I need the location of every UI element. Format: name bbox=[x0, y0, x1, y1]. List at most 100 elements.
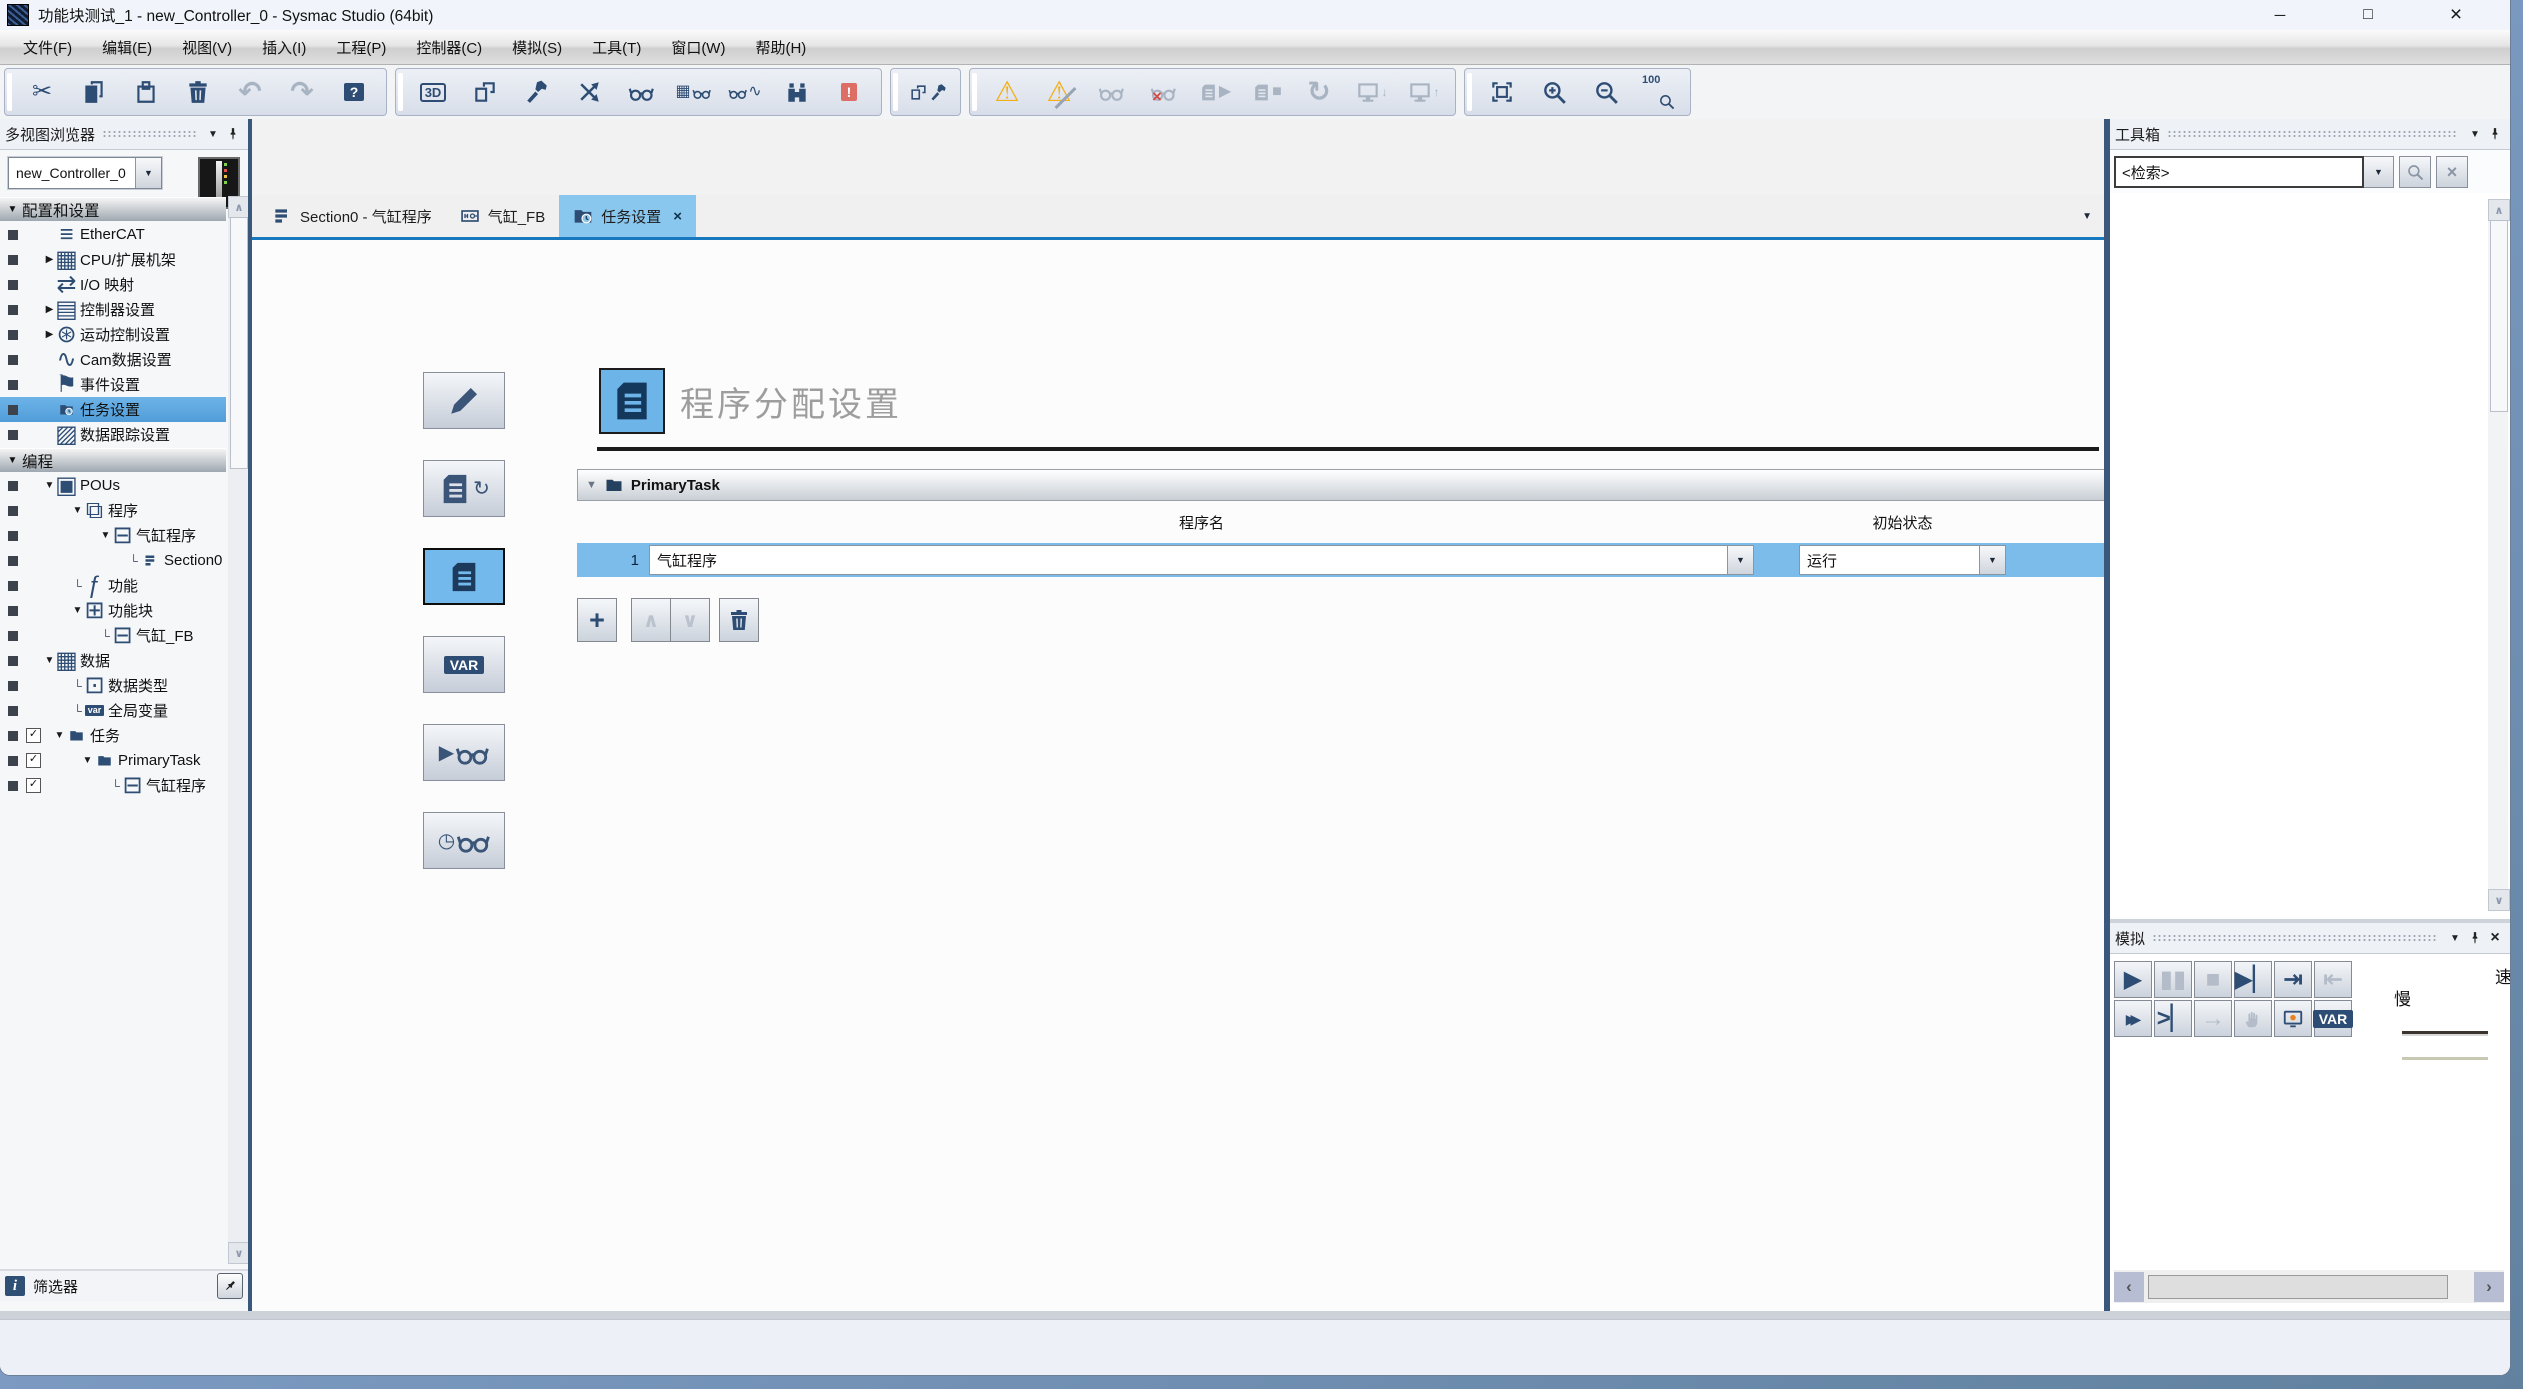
tree-item-数据[interactable]: ▼▦数据 bbox=[0, 648, 226, 673]
paste-button[interactable] bbox=[120, 71, 172, 113]
move-up-button[interactable]: ∧ bbox=[631, 598, 671, 642]
tree-item-全局变量[interactable]: └var全局变量 bbox=[0, 698, 226, 723]
edit-button[interactable] bbox=[423, 372, 505, 429]
tree-item-任务设置[interactable]: 任务设置 bbox=[0, 397, 226, 422]
collapse-arrow-icon[interactable]: ▼ bbox=[586, 479, 597, 491]
task-status-monitor-button[interactable]: ▶ bbox=[423, 724, 505, 781]
simulation-menu-dropdown-icon[interactable]: ▼ bbox=[2445, 927, 2465, 949]
tree-item-POUs[interactable]: ▼▣POUs bbox=[0, 473, 226, 498]
tree-item-气缸_FB[interactable]: └⊟气缸_FB bbox=[0, 623, 226, 648]
chevron-down-icon[interactable]: ▼ bbox=[1979, 546, 2005, 574]
sim-cycle-end-button[interactable]: ⇤ bbox=[2314, 961, 2352, 998]
rebuild-button[interactable] bbox=[563, 71, 615, 113]
monitor-button[interactable] bbox=[1085, 71, 1137, 113]
tree-section-配置和设置[interactable]: ▼配置和设置 bbox=[0, 197, 226, 221]
tab-任务设置[interactable]: 任务设置× bbox=[559, 195, 696, 237]
tree-item-程序[interactable]: ▼⧉程序 bbox=[0, 498, 226, 523]
menu-item-i[interactable]: 插入(I) bbox=[247, 30, 321, 64]
menu-item-p[interactable]: 工程(P) bbox=[321, 30, 401, 64]
tree-section-编程[interactable]: ▼编程 bbox=[0, 448, 226, 472]
tree-item-功能[interactable]: └ƒ功能 bbox=[0, 573, 226, 598]
go-offline-button[interactable]: ⚠ bbox=[1033, 71, 1085, 113]
scroll-thumb[interactable] bbox=[230, 217, 248, 469]
sim-step-button[interactable]: ▶▏ bbox=[2234, 961, 2272, 998]
sim-stop-button[interactable]: ■ bbox=[2194, 961, 2232, 998]
tree-checkbox[interactable]: ✓ bbox=[26, 728, 41, 743]
scroll-up-icon[interactable]: ∧ bbox=[2488, 199, 2510, 221]
tree-item-数据跟踪设置[interactable]: ▨数据跟踪设置 bbox=[0, 422, 226, 447]
zoom-in-button[interactable] bbox=[1528, 71, 1580, 113]
fit-zoom-button[interactable] bbox=[1476, 71, 1528, 113]
menu-item-s[interactable]: 模拟(S) bbox=[497, 30, 577, 64]
tree-checkbox[interactable]: ✓ bbox=[26, 753, 41, 768]
program-mode-button[interactable]: ■ bbox=[1241, 71, 1293, 113]
tree-item-I/O 映射[interactable]: ⇄I/O 映射 bbox=[0, 272, 226, 297]
troubleshoot-button[interactable]: ! bbox=[823, 71, 875, 113]
scroll-up-icon[interactable]: ∧ bbox=[228, 196, 250, 218]
sim-variables-button[interactable]: VAR bbox=[2314, 1000, 2352, 1037]
simulation-horizontal-scrollbar[interactable]: ‹ › bbox=[2114, 1270, 2504, 1303]
undo-button[interactable]: ↶ bbox=[224, 71, 276, 113]
tree-item-Cam数据设置[interactable]: ∿Cam数据设置 bbox=[0, 347, 226, 372]
scroll-right-icon[interactable]: › bbox=[2474, 1272, 2504, 1302]
tab-list-dropdown-icon[interactable]: ▼ bbox=[2082, 211, 2092, 222]
sim-step-cycle-button[interactable]: ⇥ bbox=[2274, 961, 2312, 998]
watch-window-button[interactable] bbox=[615, 71, 667, 113]
zoom-100-button[interactable]: 100 bbox=[1632, 71, 1684, 113]
zoom-out-button[interactable] bbox=[1580, 71, 1632, 113]
expand-arrow-icon[interactable]: ▼ bbox=[5, 455, 20, 466]
toolbox-search-input[interactable]: <检索> bbox=[2114, 156, 2364, 188]
transfer-to-controller-button[interactable]: ↓ bbox=[1345, 71, 1397, 113]
synchronize-button[interactable]: ↻ bbox=[1293, 71, 1345, 113]
tree-item-EtherCAT[interactable]: ≡EtherCAT bbox=[0, 222, 226, 247]
redo-button[interactable]: ↷ bbox=[276, 71, 328, 113]
close-button[interactable]: × bbox=[2412, 0, 2500, 30]
explorer-pin-icon[interactable] bbox=[223, 123, 243, 145]
speed-slider-track[interactable] bbox=[2402, 1031, 2488, 1034]
tree-item-控制器设置[interactable]: ▶▤控制器设置 bbox=[0, 297, 226, 322]
tree-item-数据类型[interactable]: └⊡数据类型 bbox=[0, 673, 226, 698]
menu-item-c[interactable]: 控制器(C) bbox=[401, 30, 497, 64]
sim-break-button[interactable] bbox=[2234, 1000, 2272, 1037]
chevron-down-icon[interactable]: ▼ bbox=[1727, 546, 1753, 574]
tab-Section0 - 气缸程序[interactable]: Section0 - 气缸程序 bbox=[258, 195, 446, 237]
search-button[interactable] bbox=[2399, 156, 2431, 188]
sim-fast-forward-button[interactable]: ▶▶ bbox=[2114, 1000, 2152, 1037]
scroll-thumb[interactable] bbox=[2148, 1275, 2448, 1299]
tree-item-事件设置[interactable]: ⚑事件设置 bbox=[0, 372, 226, 397]
menu-item-e[interactable]: 编辑(E) bbox=[87, 30, 167, 64]
sim-run-button[interactable]: ▶ bbox=[2114, 961, 2152, 998]
transfer-from-controller-button[interactable]: ↑ bbox=[1397, 71, 1449, 113]
stop-monitor-button[interactable]: × bbox=[1137, 71, 1189, 113]
task-settings-view-button[interactable]: ↻ bbox=[423, 460, 505, 517]
tab-气缸_FB[interactable]: 气缸_FB bbox=[446, 195, 560, 237]
tree-item-PrimaryTask[interactable]: ✓▼PrimaryTask bbox=[0, 748, 226, 773]
tree-item-运动控制设置[interactable]: ▶⊛运动控制设置 bbox=[0, 322, 226, 347]
data-trace-button[interactable]: ∿ bbox=[719, 71, 771, 113]
filter-pin-button[interactable] bbox=[217, 1273, 243, 1299]
chevron-down-icon[interactable]: ▼ bbox=[135, 158, 161, 188]
sim-run-to-end-button[interactable]: >▏ bbox=[2154, 1000, 2192, 1037]
help-document-button[interactable]: ? bbox=[328, 71, 380, 113]
minimize-button[interactable]: ─ bbox=[2236, 0, 2324, 30]
run-mode-button[interactable]: ▶ bbox=[1189, 71, 1241, 113]
scroll-down-icon[interactable]: ∨ bbox=[228, 1242, 250, 1264]
sim-pause-button[interactable]: ▮▮ bbox=[2154, 961, 2192, 998]
add-row-button[interactable]: + bbox=[577, 598, 617, 642]
search-dropdown-icon[interactable]: ▼ bbox=[2364, 156, 2394, 188]
menu-item-t[interactable]: 工具(T) bbox=[577, 30, 656, 64]
expand-arrow-icon[interactable]: ▼ bbox=[98, 530, 113, 541]
copy-button[interactable] bbox=[68, 71, 120, 113]
program-assignment-view-button[interactable] bbox=[423, 548, 505, 605]
maximize-button[interactable]: □ bbox=[2324, 0, 2412, 30]
sim-continue-button[interactable]: → bbox=[2194, 1000, 2232, 1037]
simulation-pin-icon[interactable] bbox=[2465, 927, 2485, 949]
search-all-button[interactable] bbox=[771, 71, 823, 113]
simulation-close-icon[interactable]: × bbox=[2485, 927, 2505, 949]
menu-item-h[interactable]: 帮助(H) bbox=[740, 30, 821, 64]
menu-item-v[interactable]: 视图(V) bbox=[167, 30, 247, 64]
collapse-arrow-icon[interactable]: ▶ bbox=[42, 329, 57, 340]
tab-close-icon[interactable]: × bbox=[673, 208, 682, 225]
scroll-track[interactable] bbox=[2146, 1272, 2472, 1302]
menu-item-f[interactable]: 文件(F) bbox=[8, 30, 87, 64]
